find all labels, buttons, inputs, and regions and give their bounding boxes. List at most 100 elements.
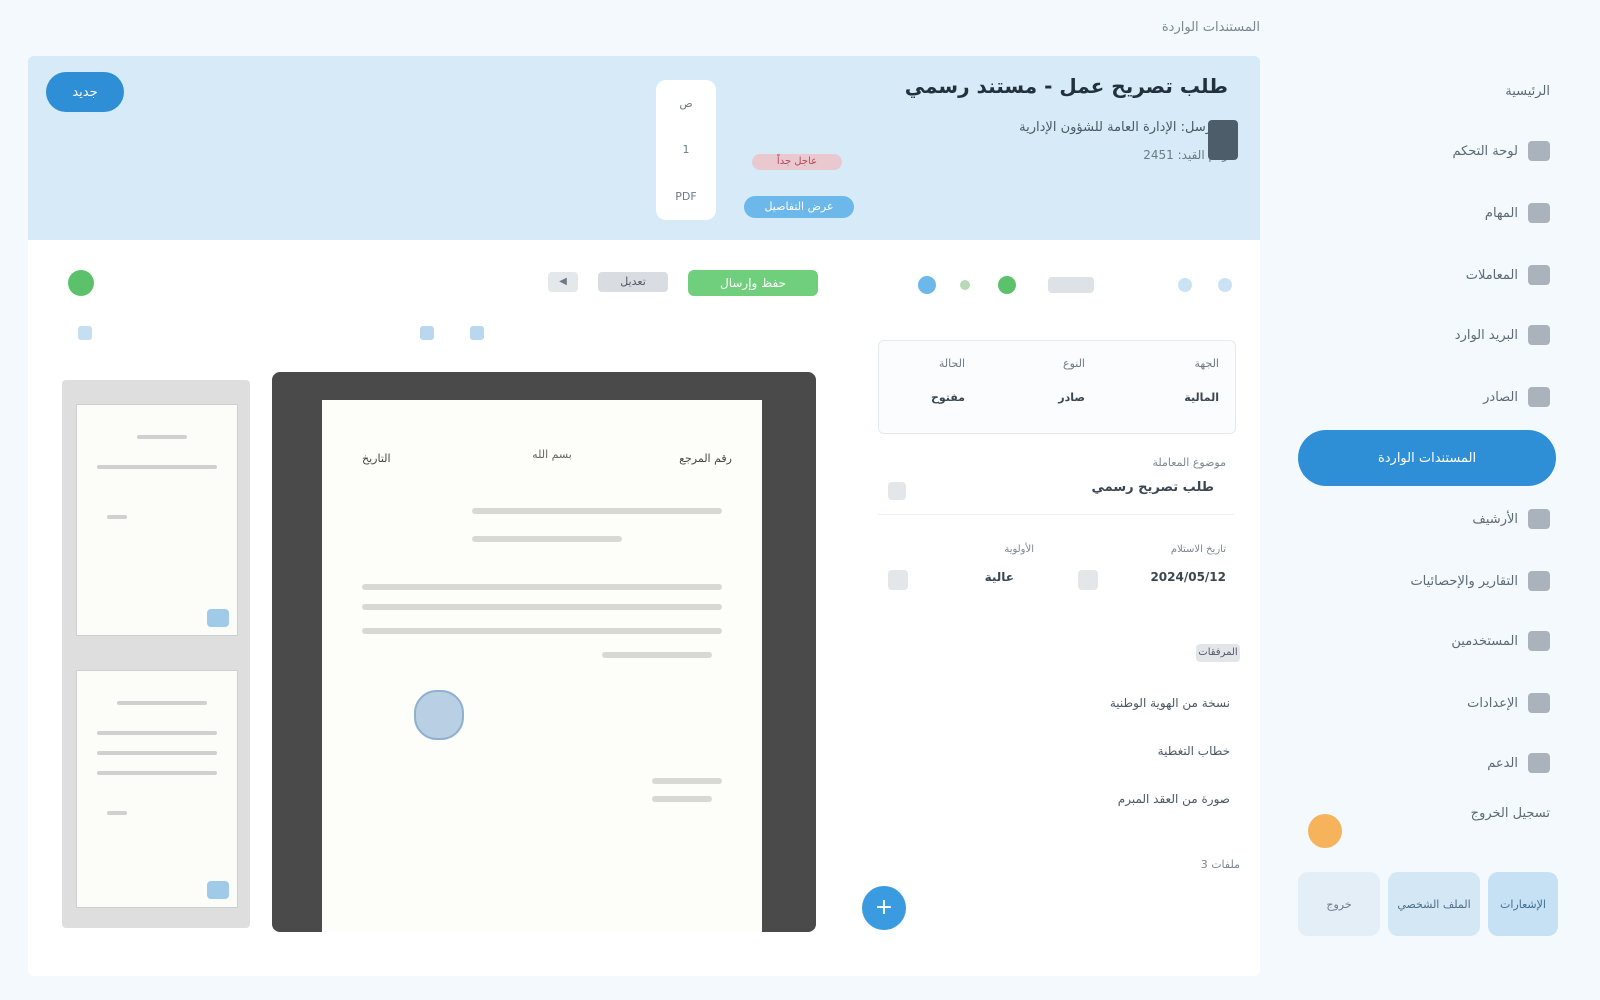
- reports-icon: [1528, 571, 1550, 591]
- sidebar-item-label: لوحة التحكم: [1452, 143, 1518, 159]
- exit-button[interactable]: خروج: [1298, 872, 1380, 936]
- subject-field: موضوع المعاملة طلب تصريح رسمي: [878, 452, 1234, 515]
- flag-icon: [888, 570, 908, 590]
- page-thumbnail[interactable]: [76, 404, 238, 636]
- page-thumbnail[interactable]: [76, 670, 238, 908]
- calendar-icon: [1078, 570, 1098, 590]
- page-text-line: [472, 536, 622, 542]
- document-page[interactable]: التاريخ بسم الله رقم المرجع: [322, 400, 762, 932]
- more-tag[interactable]: [1048, 277, 1094, 293]
- zoom-in-icon[interactable]: [470, 326, 484, 340]
- attachments-count: 3 ملفات: [1200, 858, 1240, 871]
- page-icon[interactable]: [78, 326, 92, 340]
- prev-icon[interactable]: [1178, 278, 1192, 292]
- viewer-sub-toolbar: [28, 320, 848, 346]
- sidebar-item-support[interactable]: الدعم: [1300, 748, 1550, 778]
- sidebar-item-label: الدعم: [1487, 755, 1518, 771]
- new-badge[interactable]: جديد: [46, 72, 124, 112]
- notification-dot-icon[interactable]: [1308, 814, 1342, 848]
- info-icon[interactable]: [918, 276, 936, 294]
- dashboard-icon: [1528, 141, 1550, 161]
- meta-row: تاريخ الاستلام 2024/05/12 الأولوية عالية: [878, 540, 1234, 604]
- sidebar-footer: خروج الملف الشخصي الإشعارات: [1298, 864, 1560, 944]
- file-card-line-2: 1: [682, 143, 690, 157]
- sidebar-item-transactions[interactable]: المعاملات: [1300, 260, 1550, 290]
- separator-dot-icon: [960, 280, 970, 290]
- sidebar-item-label: البريد الوارد: [1454, 327, 1518, 343]
- page-text-line: [602, 652, 712, 658]
- page-header-date: التاريخ: [362, 452, 391, 465]
- add-button[interactable]: +: [862, 886, 906, 930]
- sidebar-item-outgoing[interactable]: الصادر: [1300, 382, 1550, 412]
- page-thumbnails: [62, 380, 250, 928]
- page-signature-line: [652, 796, 712, 802]
- page-text-line: [362, 604, 722, 610]
- view-details-button[interactable]: عرض التفاصيل: [744, 196, 854, 218]
- document-reference: رقم القيد: 2451: [1143, 148, 1228, 162]
- edit-button[interactable]: تعديل: [598, 272, 668, 292]
- file-card[interactable]: ص 1 PDF: [656, 80, 716, 220]
- next-icon[interactable]: [1218, 278, 1232, 292]
- received-date-label: تاريخ الاستلام: [1170, 544, 1226, 555]
- sidebar-item-tasks[interactable]: المهام: [1300, 198, 1550, 228]
- sidebar-item-label: المستخدمين: [1451, 633, 1518, 649]
- gear-icon: [1528, 693, 1550, 713]
- sidebar-item-inbox[interactable]: البريد الوارد: [1300, 320, 1550, 350]
- attachment-item[interactable]: صورة من العقد المبرم: [1060, 792, 1230, 810]
- sidebar-item-label: الأرشيف: [1472, 511, 1518, 527]
- page-header-reference: رقم المرجع: [679, 452, 732, 465]
- sidebar-item-reports[interactable]: التقارير والإحصائيات: [1300, 566, 1550, 596]
- sidebar-item-label: الصادر: [1483, 389, 1518, 405]
- transactions-icon: [1528, 265, 1550, 285]
- page-signature-line: [652, 778, 722, 784]
- zoom-out-icon[interactable]: [420, 326, 434, 340]
- thumb-text-line: [97, 771, 217, 775]
- subject-label: موضوع المعاملة: [1152, 456, 1226, 469]
- users-icon: [1528, 631, 1550, 651]
- notifications-button[interactable]: الإشعارات: [1488, 872, 1558, 936]
- document-sender: المرسل: الإدارة العامة للشؤون الإدارية: [1019, 120, 1228, 135]
- page-text-line: [362, 628, 722, 634]
- sidebar-item-label: المعاملات: [1465, 267, 1518, 283]
- previous-arrow-icon: ◀: [559, 276, 567, 287]
- info-value: صادر: [1058, 391, 1085, 404]
- sidebar-item-archive[interactable]: الأرشيف: [1300, 504, 1550, 534]
- page-number-badge: [207, 609, 229, 627]
- page-number-badge: [207, 881, 229, 899]
- profile-button[interactable]: الملف الشخصي: [1388, 872, 1480, 936]
- attachment-item[interactable]: نسخة من الهوية الوطنية: [1060, 696, 1230, 714]
- sidebar-item-incoming-documents[interactable]: المستندات الواردة: [1298, 430, 1556, 486]
- sidebar: الرئيسية لوحة التحكم المهام المعاملات ال…: [1290, 0, 1600, 1000]
- copy-icon[interactable]: [888, 482, 906, 500]
- priority-label: الأولوية: [1004, 544, 1034, 555]
- previous-button[interactable]: ◀: [548, 272, 578, 292]
- received-date-value: 2024/05/12: [1150, 570, 1226, 584]
- attachment-item[interactable]: خطاب التغطية: [1100, 744, 1230, 762]
- sidebar-item-dashboard[interactable]: لوحة التحكم: [1300, 136, 1550, 166]
- sidebar-item-label: الرئيسية: [1505, 83, 1550, 99]
- sidebar-item-home[interactable]: الرئيسية: [1300, 76, 1550, 106]
- page-header-basmala: بسم الله: [532, 448, 572, 461]
- file-card-line-3: PDF: [675, 190, 697, 204]
- thumb-text-line: [107, 811, 127, 815]
- info-label: النوع: [1063, 357, 1085, 370]
- info-value: مفتوح: [930, 391, 965, 404]
- sidebar-item-settings[interactable]: الإعدادات: [1300, 688, 1550, 718]
- approve-icon[interactable]: [68, 270, 94, 296]
- thumb-text-line: [97, 751, 217, 755]
- outgoing-icon: [1528, 387, 1550, 407]
- save-send-button[interactable]: حفظ وإرسال: [688, 270, 818, 296]
- subject-value: طلب تصريح رسمي: [1091, 480, 1214, 495]
- info-table: الجهة المالية النوع صادر الحالة مفتوح: [878, 340, 1236, 434]
- tasks-icon: [1528, 203, 1550, 223]
- sidebar-item-users[interactable]: المستخدمين: [1300, 626, 1550, 656]
- info-label: الجهة: [1194, 357, 1219, 370]
- page-text-line: [362, 584, 722, 590]
- page-title: المستندات الواردة: [1161, 20, 1260, 35]
- document-viewer: التاريخ بسم الله رقم المرجع: [272, 372, 816, 932]
- check-icon[interactable]: [998, 276, 1016, 294]
- file-card-line-1: ص: [679, 96, 693, 110]
- thumb-text-line: [97, 731, 217, 735]
- document-title: طلب تصريح عمل - مستند رسمي: [904, 74, 1228, 98]
- thumb-text-line: [117, 701, 207, 705]
